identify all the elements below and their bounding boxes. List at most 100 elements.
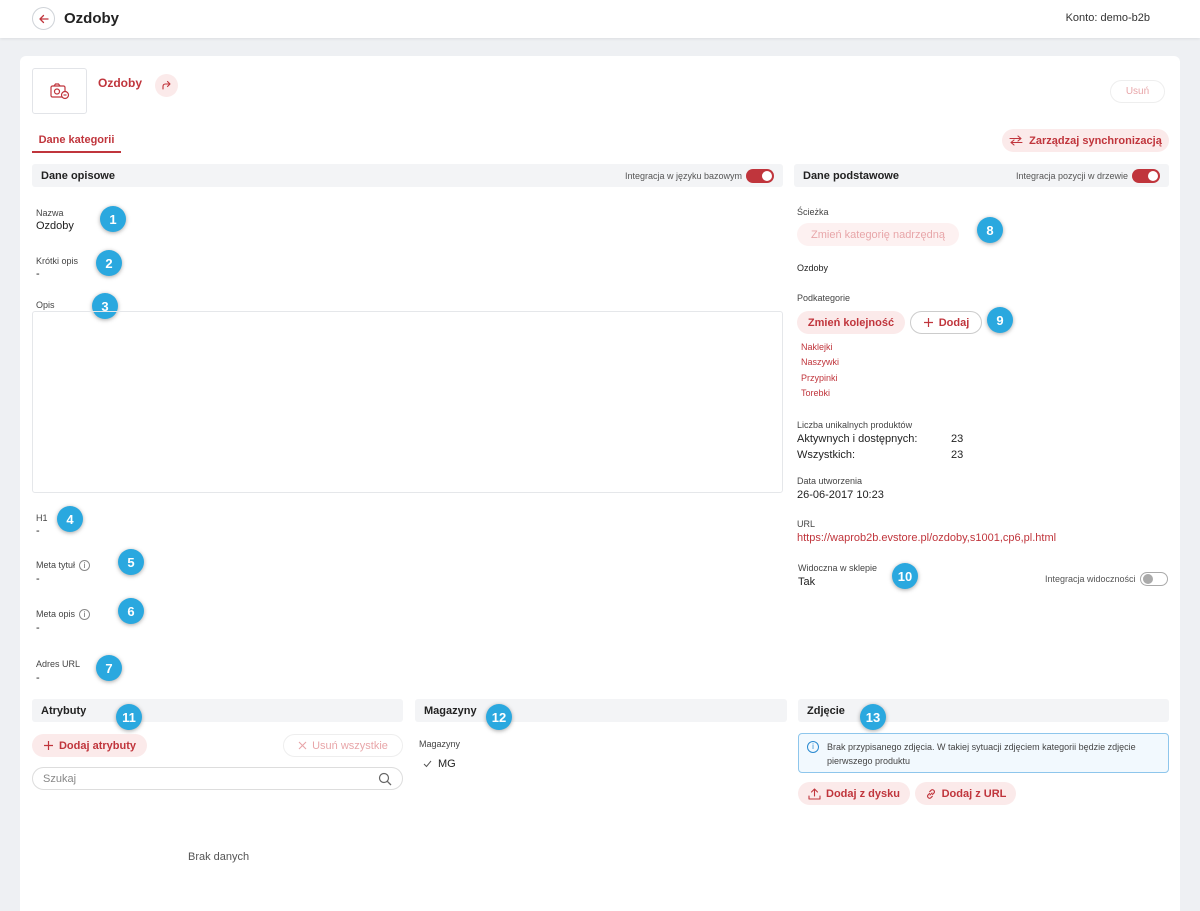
remove-all-attributes-button[interactable]: Usuń wszystkie xyxy=(283,734,403,757)
tree-integration-label: Integracja pozycji w drzewie xyxy=(1015,170,1128,181)
delete-button[interactable]: Usuń xyxy=(1110,80,1165,103)
active-products-label: Aktywnych i dostępnych: xyxy=(797,433,918,445)
basic-title: Dane podstawowe xyxy=(803,169,899,182)
plus-icon xyxy=(923,318,933,327)
unique-products-label: Liczba unikalnych produktów xyxy=(797,420,913,430)
badge-2: 2 xyxy=(96,250,122,276)
add-attributes-button[interactable]: Dodaj atrybuty xyxy=(32,734,147,757)
basic-section-header: Dane podstawowe Integracja pozycji w drz… xyxy=(794,164,1169,187)
add-subcategory-button[interactable]: Dodaj xyxy=(910,311,982,334)
sync-button[interactable]: Zarządzaj synchronizacją xyxy=(1002,129,1169,152)
back-button[interactable] xyxy=(32,7,55,30)
search-placeholder: Szukaj xyxy=(43,772,77,785)
description-editor[interactable] xyxy=(32,311,783,493)
info-icon[interactable]: i xyxy=(79,609,91,621)
short-description-label: Krótki opis xyxy=(36,256,79,266)
base-language-integration-label: Integracja w języku bazowym xyxy=(624,170,742,181)
badge-8: 8 xyxy=(977,217,1003,243)
top-bar: Ozdoby Konto: demo-b2b xyxy=(0,0,1200,38)
warehouse-item: MG xyxy=(423,758,456,770)
badge-5: 5 xyxy=(118,549,144,575)
account-info: Konto: demo-b2b xyxy=(1066,12,1150,24)
subcategory-link[interactable]: Przypinki xyxy=(801,373,838,383)
remove-all-label: Usuń wszystkie xyxy=(312,739,388,752)
subcategory-link[interactable]: Naszywki xyxy=(801,357,839,367)
back-arrow-icon xyxy=(38,14,49,23)
photo-title: Zdjęcie xyxy=(807,704,845,717)
all-products-label: Wszystkich: xyxy=(797,449,856,461)
main-card: Ozdoby Usuń Dane kategorii Zarządzaj syn… xyxy=(20,56,1180,911)
name-label: Nazwa xyxy=(36,208,64,218)
change-order-button[interactable]: Zmień kolejność xyxy=(797,311,905,334)
h1-label: H1 xyxy=(36,513,48,523)
category-url-link[interactable]: https://waprob2b.evstore.pl/ozdoby,s1001… xyxy=(797,532,1056,544)
visible-in-shop-label: Widoczna w sklepie xyxy=(798,563,878,573)
url-label: URL xyxy=(797,519,816,529)
descriptive-title: Dane opisowe xyxy=(41,169,115,182)
category-name: Ozdoby xyxy=(98,76,142,90)
page-title: Ozdoby xyxy=(64,10,119,27)
h1-value: - xyxy=(36,525,40,537)
plus-icon xyxy=(43,741,53,750)
sync-icon xyxy=(1009,135,1023,146)
badge-7: 7 xyxy=(96,655,122,681)
url-address-value: - xyxy=(36,672,40,684)
add-from-url-button[interactable]: Dodaj z URL xyxy=(915,782,1016,805)
check-icon xyxy=(423,760,432,768)
change-parent-button[interactable]: Zmień kategorię nadrzędną xyxy=(797,223,959,246)
visibility-integration-toggle[interactable] xyxy=(1139,572,1168,586)
photo-section-header: Zdjęcie xyxy=(798,699,1169,722)
search-icon[interactable] xyxy=(378,772,392,786)
close-icon xyxy=(298,741,307,750)
meta-description-value: - xyxy=(36,622,40,634)
meta-title-value: - xyxy=(36,573,40,585)
visible-in-shop-value: Tak xyxy=(798,576,816,588)
info-icon[interactable]: i xyxy=(79,560,91,572)
created-date-label: Data utworzenia xyxy=(797,476,863,486)
url-address-label: Adres URL xyxy=(36,659,81,669)
meta-description-label: Meta opis i xyxy=(36,609,91,621)
visibility-integration: Integracja widoczności xyxy=(1045,572,1168,586)
badge-13: 13 xyxy=(860,704,886,730)
share-button[interactable] xyxy=(155,74,178,97)
attributes-section-header: Atrybuty xyxy=(32,699,403,722)
subcategory-link[interactable]: Naklejki xyxy=(801,342,833,352)
badge-6: 6 xyxy=(118,598,144,624)
all-products-value: 23 xyxy=(951,449,964,461)
category-image-icon xyxy=(49,83,69,100)
name-value: Ozdoby xyxy=(36,220,74,232)
warehouses-title: Magazyny xyxy=(424,704,477,717)
add-from-disk-label: Dodaj z dysku xyxy=(826,787,900,800)
add-subcategory-label: Dodaj xyxy=(938,316,970,329)
share-icon xyxy=(162,80,171,90)
path-value: Ozdoby xyxy=(797,263,829,273)
subcategory-link[interactable]: Torebki xyxy=(801,388,830,398)
badge-1: 1 xyxy=(100,206,126,232)
badge-11: 11 xyxy=(116,704,142,730)
warehouses-section-header: Magazyny xyxy=(415,699,787,722)
sync-label: Zarządzaj synchronizacją xyxy=(1029,134,1162,147)
base-language-integration-toggle[interactable] xyxy=(746,168,774,183)
tab-category-data[interactable]: Dane kategorii xyxy=(32,130,121,153)
meta-title-label: Meta tytuł i xyxy=(36,560,91,572)
badge-9: 9 xyxy=(987,307,1013,333)
subcategories-label: Podkategorie xyxy=(797,293,851,303)
path-label: Ścieżka xyxy=(797,207,829,217)
category-thumbnail[interactable] xyxy=(32,68,87,114)
add-attributes-label: Dodaj atrybuty xyxy=(58,739,136,752)
tree-integration-toggle[interactable] xyxy=(1132,168,1160,183)
attributes-search-input[interactable]: Szukaj xyxy=(32,767,403,790)
upload-icon xyxy=(808,787,821,800)
info-icon: i xyxy=(807,741,819,753)
meta-description-label-text: Meta opis xyxy=(36,609,76,619)
descriptive-section-header: Dane opisowe Integracja w języku bazowym xyxy=(32,164,783,187)
account-value: demo-b2b xyxy=(1100,12,1150,24)
meta-title-label-text: Meta tytuł xyxy=(36,560,76,570)
add-from-url-label: Dodaj z URL xyxy=(941,787,1007,800)
active-products-value: 23 xyxy=(951,433,964,445)
add-from-disk-button[interactable]: Dodaj z dysku xyxy=(798,782,910,805)
account-label: Konto: xyxy=(1065,12,1098,24)
created-date-value: 26-06-2017 10:23 xyxy=(797,489,884,501)
badge-12: 12 xyxy=(486,704,512,730)
attributes-title: Atrybuty xyxy=(41,704,87,717)
